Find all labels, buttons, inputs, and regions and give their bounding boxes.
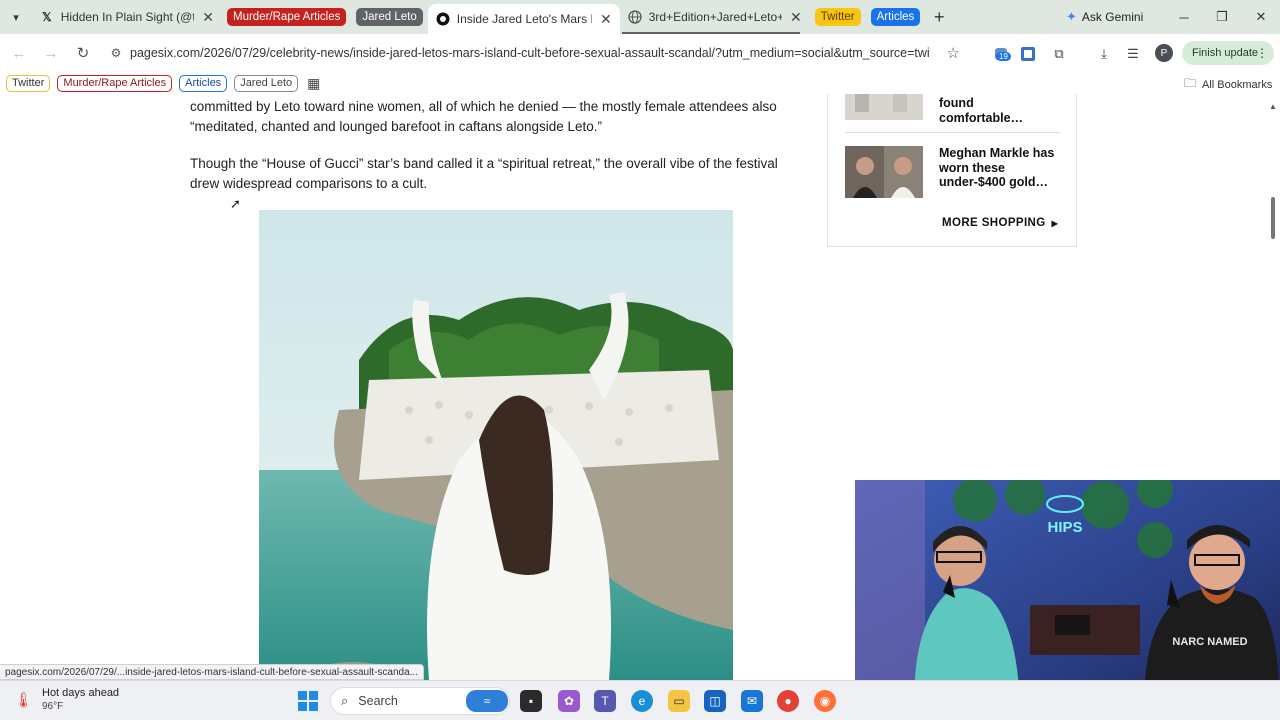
scrollbar-thumb[interactable] (1271, 197, 1275, 239)
reader-extension-icon[interactable] (1017, 43, 1039, 65)
close-tab-icon[interactable]: ✕ (202, 9, 214, 26)
all-bookmarks-label: All Bookmarks (1202, 78, 1273, 91)
tab-group-twitter[interactable]: Twitter (814, 8, 861, 26)
reload-icon[interactable]: ↻ (68, 38, 98, 68)
tab-3rd-edition-jared-leto-book[interactable]: 3rd+Edition+Jared+Leto+Book ✕ (620, 0, 810, 34)
new-tab-icon[interactable]: + (925, 3, 953, 31)
bookmark-twitter[interactable]: Twitter (6, 74, 51, 92)
taskbar-search-label: Search (358, 694, 398, 708)
article-photo[interactable] (259, 210, 733, 680)
search-icon: ⌕ (341, 693, 349, 708)
restore-icon[interactable]: ❐ (1210, 6, 1234, 28)
more-menu-icon[interactable]: ⋮ (1256, 46, 1268, 60)
caret-right-icon: ▶ (1051, 219, 1059, 228)
windows-taskbar: 🌡 Hot days ahead 96°F ⌕ Search ≈ ▪ ✿ T e… (0, 680, 1280, 720)
mail-icon[interactable]: ✉ (741, 690, 763, 712)
mouse-cursor-icon: ➚ (230, 196, 241, 211)
scroll-up-arrow-icon[interactable]: ▲ (1269, 102, 1277, 111)
x-logo-icon: 𝕏 (42, 10, 52, 24)
search-highlight-icon[interactable]: ≈ (466, 690, 508, 712)
media-control-icon[interactable]: ☰ (1122, 43, 1144, 65)
close-tab-icon[interactable]: ✕ (600, 11, 612, 28)
microsoft-store-icon[interactable]: ◫ (704, 690, 726, 712)
forward-icon[interactable]: → (36, 38, 66, 68)
finish-update-button[interactable]: Finish update ⋮ (1182, 41, 1274, 65)
status-bar-url: pagesix.com/2026/07/29/...inside-jared-l… (0, 664, 424, 680)
webcam-overlay: HIPS NARC NAMED (855, 480, 1280, 680)
neon-sign-text: HIPS (1047, 519, 1082, 536)
shopping-thumbnail (845, 94, 923, 126)
firefox-icon[interactable]: ◉ (814, 690, 836, 712)
close-window-icon[interactable]: ✕ (1249, 6, 1273, 28)
back-icon[interactable]: ← (4, 38, 34, 68)
all-bookmarks-button[interactable]: 🗀 All Bookmarks (1184, 74, 1272, 95)
bookmark-star-icon[interactable]: ☆ (947, 44, 960, 62)
bookmark-murder-rape-articles[interactable]: Murder/Rape Articles (57, 74, 173, 92)
page-six-icon (436, 12, 450, 26)
weather-widget[interactable]: 🌡 Hot days ahead 96°F (14, 687, 119, 712)
finish-update-label: Finish update (1192, 47, 1259, 59)
shopping-item-title[interactable]: found comfortable… (939, 96, 1060, 126)
more-shopping-label: MORE SHOPPING (942, 217, 1046, 229)
tab-strip: ▾ 𝕏 Hidden In Plain Sight (@thehid ✕ Mur… (0, 0, 1280, 34)
site-info-icon[interactable]: ⚙ (102, 46, 130, 60)
sidebar-divider (845, 132, 1060, 133)
globe-icon (628, 10, 642, 24)
tab-group-jared-leto[interactable]: Jared Leto (356, 8, 423, 26)
page-content: committed by Leto toward nine women, all… (0, 94, 1280, 680)
tab-group-murder-rape-articles[interactable]: Murder/Rape Articles (227, 8, 347, 26)
weather-title: Hot days ahead (42, 687, 120, 699)
teams-icon[interactable]: T (594, 690, 616, 712)
browser-toolbar: ← → ↻ ⚙ pagesix.com/2026/07/29/celebrity… (0, 34, 1280, 72)
shopping-item-1[interactable]: found comfortable… (845, 94, 1060, 126)
article-paragraph: committed by Leto toward nine women, all… (190, 99, 777, 134)
address-bar[interactable]: ⚙ pagesix.com/2026/07/29/celebrity-news/… (102, 38, 972, 68)
bookmark-jared-leto[interactable]: Jared Leto (234, 74, 299, 92)
file-explorer-icon[interactable]: ▭ (668, 690, 690, 712)
copilot-icon[interactable]: ✿ (558, 690, 580, 712)
extensions-puzzle-icon[interactable]: ⧉ (1048, 43, 1070, 65)
thermometer-icon: 🌡 (14, 692, 34, 709)
tab-title: 3rd+Edition+Jared+Leto+Book (648, 10, 782, 24)
shopping-thumbnail (845, 146, 923, 198)
tab-search-icon[interactable]: ▾ (0, 0, 32, 34)
url-text[interactable]: pagesix.com/2026/07/29/celebrity-news/in… (130, 46, 930, 60)
ask-gemini-button[interactable]: ✦ Ask Gemini (1066, 7, 1143, 27)
minimize-icon[interactable]: ─ (1172, 6, 1196, 28)
ask-gemini-label: Ask Gemini (1081, 10, 1144, 24)
shopping-sidebar: found comfortable… Meghan Markle has wor… (827, 94, 1077, 247)
folder-icon: 🗀 (1184, 76, 1197, 90)
extension-badge: 19 (996, 52, 1011, 61)
shirt-text: NARC NAMED (1172, 636, 1247, 648)
tab-group-articles[interactable]: Articles (870, 8, 921, 26)
profile-avatar[interactable]: P (1155, 44, 1173, 62)
article-paragraph: Though the “House of Gucci” star’s band … (190, 156, 778, 191)
task-view-icon[interactable]: ▪ (520, 690, 542, 712)
shopping-item-title[interactable]: Meghan Markle has worn these under-$400 … (939, 146, 1060, 198)
more-shopping-link[interactable]: MORE SHOPPING ▶ (942, 217, 1058, 229)
apps-grid-icon[interactable]: ▦ (307, 75, 320, 92)
tab-hidden-in-plain-sight[interactable]: 𝕏 Hidden In Plain Sight (@thehid ✕ (32, 0, 222, 34)
weather-temperature: 96°F (42, 701, 64, 712)
windows-start-icon[interactable] (298, 691, 318, 711)
tab-inside-jared-letos-mars-island[interactable]: Inside Jared Leto's Mars Island ✕ (427, 4, 620, 34)
bookmarks-bar: Twitter Murder/Rape Articles Articles Ja… (0, 72, 1280, 94)
gemini-icon: ✦ (1066, 9, 1077, 24)
tab-title: Inside Jared Leto's Mars Island (456, 12, 592, 26)
download-icon[interactable]: ⤓ (1093, 43, 1115, 65)
bookmark-articles[interactable]: Articles (179, 74, 228, 92)
edge-icon[interactable]: e (631, 690, 653, 712)
close-tab-icon[interactable]: ✕ (790, 9, 802, 26)
tab-title: Hidden In Plain Sight (@thehid (60, 10, 195, 24)
chrome-icon[interactable]: ● (777, 690, 799, 712)
shopping-item-2[interactable]: Meghan Markle has worn these under-$400 … (845, 146, 1060, 198)
